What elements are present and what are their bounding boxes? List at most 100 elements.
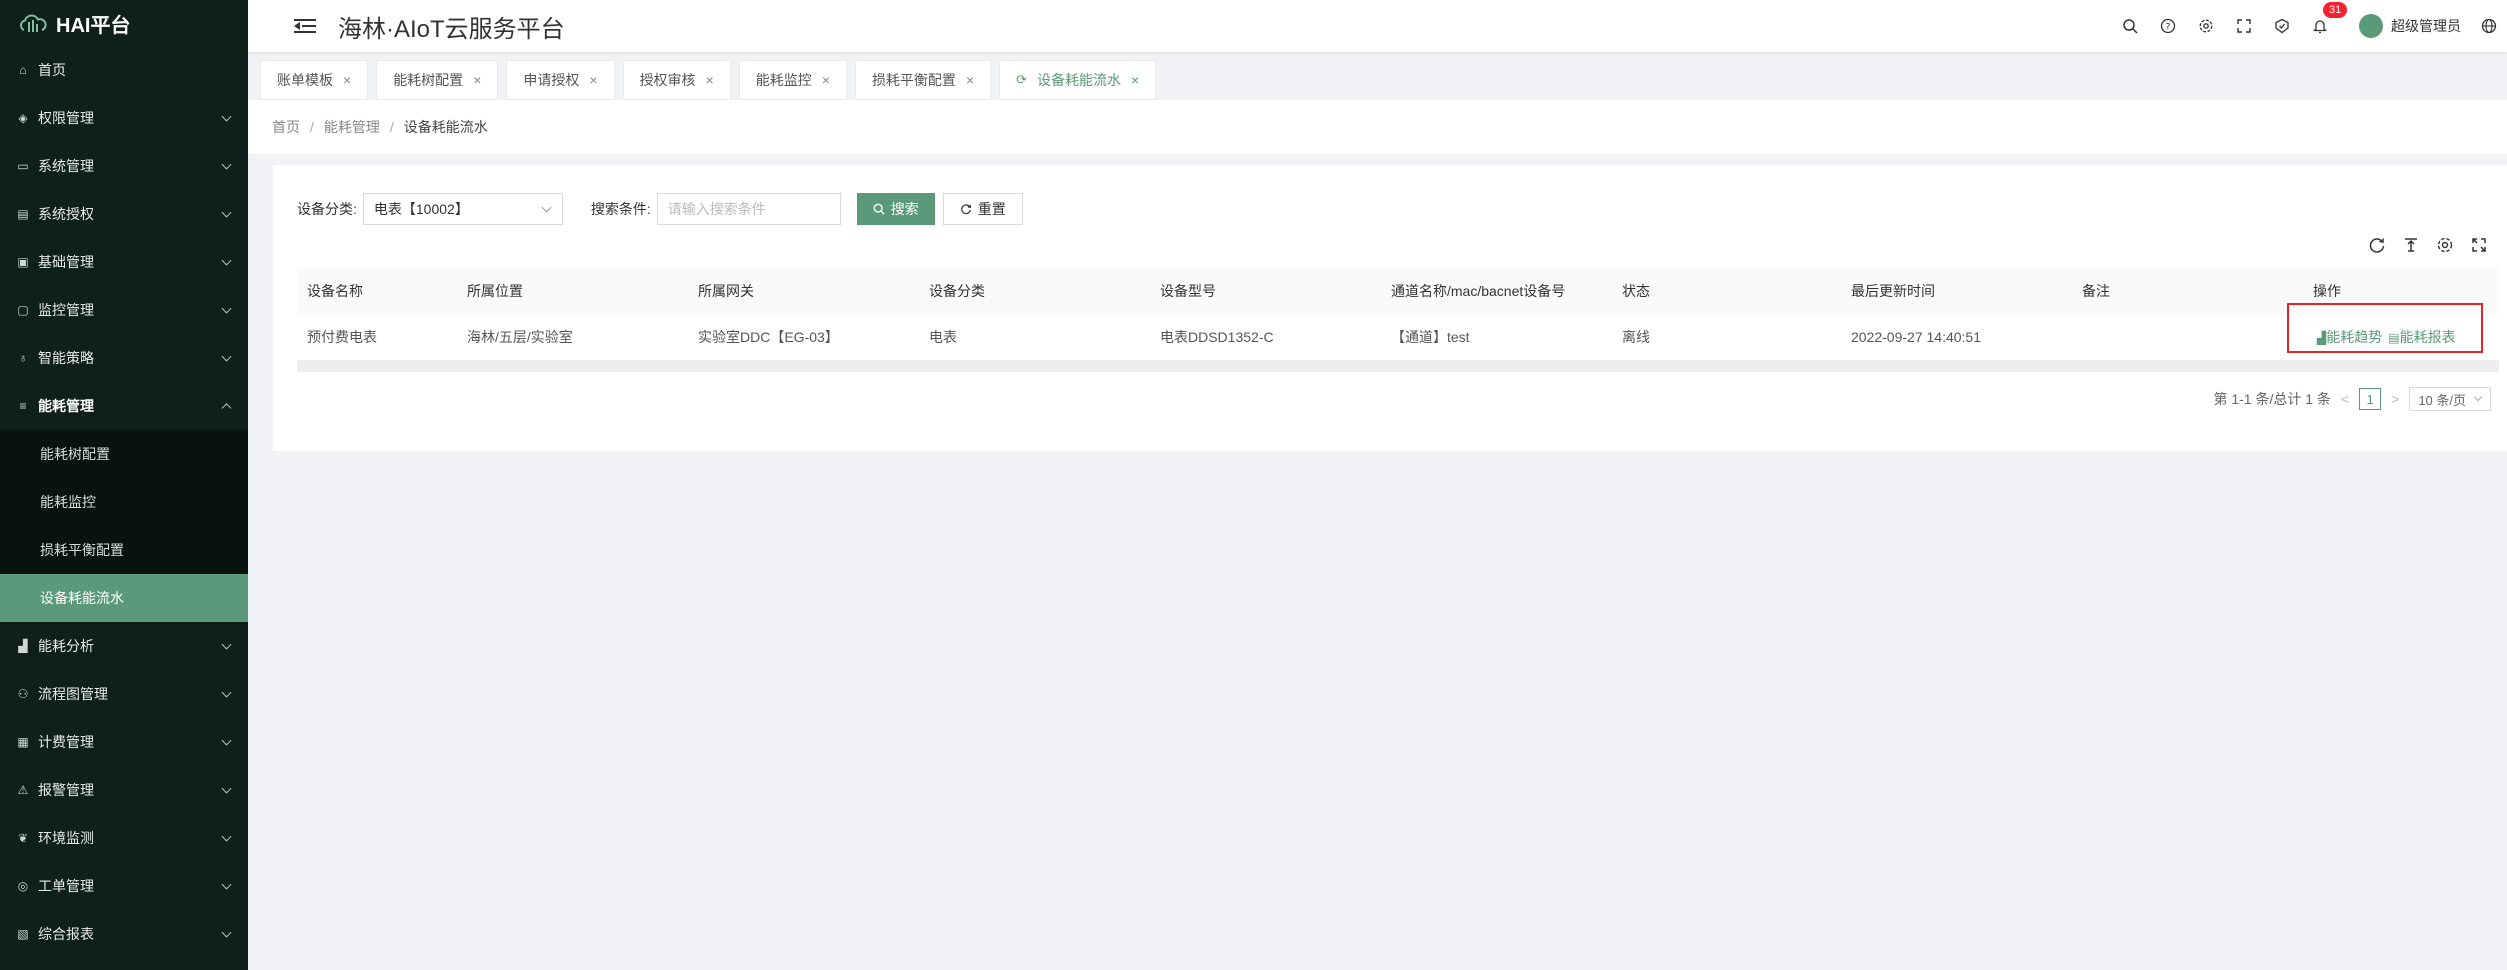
breadcrumb-home[interactable]: 首页 [272, 117, 300, 137]
close-icon[interactable]: × [343, 72, 351, 88]
app-title: 海林·AIoT云服务平台 [338, 15, 565, 43]
globe-icon [2481, 18, 2497, 34]
tab[interactable]: 申请授权 × [506, 60, 615, 100]
sidebar-item[interactable]: ❦ 环境监测 [0, 814, 248, 862]
sidebar-item-label: 系统管理 [38, 158, 94, 174]
chevron-down-icon [541, 202, 552, 213]
flow-icon: ⚇ [17, 687, 29, 701]
shield-icon: ◈ [18, 111, 28, 125]
sidebar-submenu: 能耗树配置 能耗监控 损耗平衡配置 设备耗能流水 [0, 430, 248, 622]
logo-text: HAI平台 [56, 14, 131, 37]
chevron-down-icon [221, 159, 232, 170]
help-icon[interactable]: ? [2149, 0, 2187, 52]
next-page-icon[interactable]: > [2391, 391, 2399, 407]
chevron-up-icon [221, 403, 232, 414]
sidebar-item-label: 首页 [38, 62, 66, 78]
sidebar-item[interactable]: ▤ 系统授权 [0, 190, 248, 238]
chevron-down-icon [221, 351, 232, 362]
chevron-down-icon [221, 831, 232, 842]
tab[interactable]: 授权审核 × [622, 60, 731, 100]
sidebar-item[interactable]: ▦ 计费管理 [0, 718, 248, 766]
sidebar-subitem[interactable]: 损耗平衡配置 [0, 526, 248, 574]
tab[interactable]: 能耗监控 × [738, 60, 847, 100]
avatar[interactable] [2359, 14, 2383, 38]
chevron-down-icon [221, 687, 232, 698]
close-icon[interactable]: × [1131, 72, 1139, 88]
sidebar-item[interactable]: ▭ 系统管理 [0, 142, 248, 190]
bulb-icon: ♁ [18, 351, 28, 365]
doc-icon: ▤ [17, 207, 29, 221]
highlight-box [2287, 303, 2483, 353]
column-header: 通道名称/mac/bacnet设备号 [1391, 283, 1566, 299]
order-icon: ◎ [17, 879, 29, 893]
settings-icon[interactable] [2187, 0, 2225, 52]
sidebar-item[interactable]: ⌂ 首页 [0, 46, 248, 94]
sidebar-subitem[interactable]: 能耗监控 [0, 478, 248, 526]
table-cell-name: 预付费电表 [307, 328, 377, 345]
close-icon[interactable]: × [706, 72, 714, 88]
tab-label: 申请授权 [523, 72, 580, 88]
tab[interactable]: 能耗树配置 × [376, 60, 499, 100]
sidebar: HAI平台 ⌂ 首页 ◈ 权限管理 ▭ 系统管理 ▤ 系统授权 ▣ 基础管理 ▢ 监控管理 ♁ 智能策略 ≡… [0, 0, 248, 970]
column-height-icon[interactable] [2401, 235, 2421, 255]
table-cell-location: 海林/五层/实验室 [467, 328, 573, 345]
github-icon[interactable] [2263, 0, 2301, 52]
sidebar-item[interactable]: ≡ 能耗管理 [0, 382, 248, 430]
close-icon[interactable]: × [966, 72, 974, 88]
close-icon[interactable]: × [822, 72, 830, 88]
sidebar-subitem[interactable]: 设备耗能流水 [0, 574, 248, 622]
sidebar-item-label: 能耗管理 [38, 398, 94, 414]
sidebar-item[interactable]: ▟ 能耗分析 [0, 622, 248, 670]
breadcrumb-separator: / [310, 119, 314, 135]
sidebar-item[interactable]: ⚇ 流程图管理 [0, 670, 248, 718]
refresh-icon [960, 204, 971, 215]
column-settings-icon[interactable] [2435, 235, 2455, 255]
reset-button[interactable]: 重置 [942, 193, 1023, 225]
close-icon[interactable]: × [473, 72, 481, 88]
top-header: 海林·AIoT云服务平台 ? 31 超级管理员 [248, 0, 2507, 52]
page-size-select[interactable]: 10 条/页 [2409, 387, 2491, 411]
reload-icon[interactable] [2367, 235, 2387, 255]
sidebar-item[interactable]: ▣ 基础管理 [0, 238, 248, 286]
sidebar-item[interactable]: ♁ 智能策略 [0, 334, 248, 382]
fullscreen-icon[interactable] [2225, 0, 2263, 52]
sidebar-item[interactable]: ▧ 综合报表 [0, 910, 248, 958]
chevron-down-icon [221, 255, 232, 266]
sidebar-item-label: 环境监测 [38, 830, 94, 846]
filter-bar: 设备分类: 电表【10002】 搜索条件: 搜索 重置 [297, 193, 1023, 225]
chevron-down-icon [221, 303, 232, 314]
page-tabs: 账单模板 × 能耗树配置 × 申请授权 × 授权审核 × 能耗监控 × 损耗平衡配置 × ⟳ 设备耗能流水… [260, 60, 1157, 100]
sidebar-item-label: 工单管理 [38, 878, 94, 894]
tab[interactable]: 损耗平衡配置 × [854, 60, 992, 100]
sidebar-item[interactable]: ▢ 监控管理 [0, 286, 248, 334]
menu-fold-icon[interactable] [294, 17, 316, 35]
language-switch[interactable] [2481, 18, 2507, 34]
notification-badge: 31 [2323, 2, 2348, 18]
user-name[interactable]: 超级管理员 [2391, 16, 2461, 36]
prev-page-icon[interactable]: < [2341, 391, 2349, 407]
table-fullscreen-icon[interactable] [2469, 235, 2489, 255]
table-cell-model: 电表DDSD1352-C [1160, 328, 1274, 345]
sidebar-item[interactable]: ◈ 权限管理 [0, 94, 248, 142]
bell-icon[interactable]: 31 [2301, 0, 2348, 52]
horizontal-scrollbar[interactable] [297, 360, 2499, 372]
search-icon[interactable] [2111, 0, 2149, 52]
sidebar-item[interactable]: ◎ 工单管理 [0, 862, 248, 910]
breadcrumb-parent[interactable]: 能耗管理 [324, 117, 380, 137]
page-number[interactable]: 1 [2359, 388, 2382, 410]
search-button[interactable]: 搜索 [856, 193, 935, 225]
home-icon: ⌂ [19, 63, 27, 77]
leaf-icon: ❦ [17, 831, 29, 845]
column-header: 备注 [2082, 283, 2110, 299]
close-icon[interactable]: × [589, 72, 597, 88]
logo[interactable]: HAI平台 [0, 0, 248, 46]
search-input[interactable] [656, 193, 841, 225]
pagination: 第 1-1 条/总计 1 条 < 1 > 10 条/页 [2213, 387, 2491, 411]
sidebar-item[interactable]: ⚠ 报警管理 [0, 766, 248, 814]
category-select[interactable]: 电表【10002】 [362, 193, 563, 225]
tab[interactable]: ⟳ 设备耗能流水 × [999, 60, 1157, 100]
search-icon [873, 203, 885, 215]
tab-label: 账单模板 [277, 72, 333, 88]
sidebar-subitem[interactable]: 能耗树配置 [0, 430, 248, 478]
tab[interactable]: 账单模板 × [260, 60, 369, 100]
